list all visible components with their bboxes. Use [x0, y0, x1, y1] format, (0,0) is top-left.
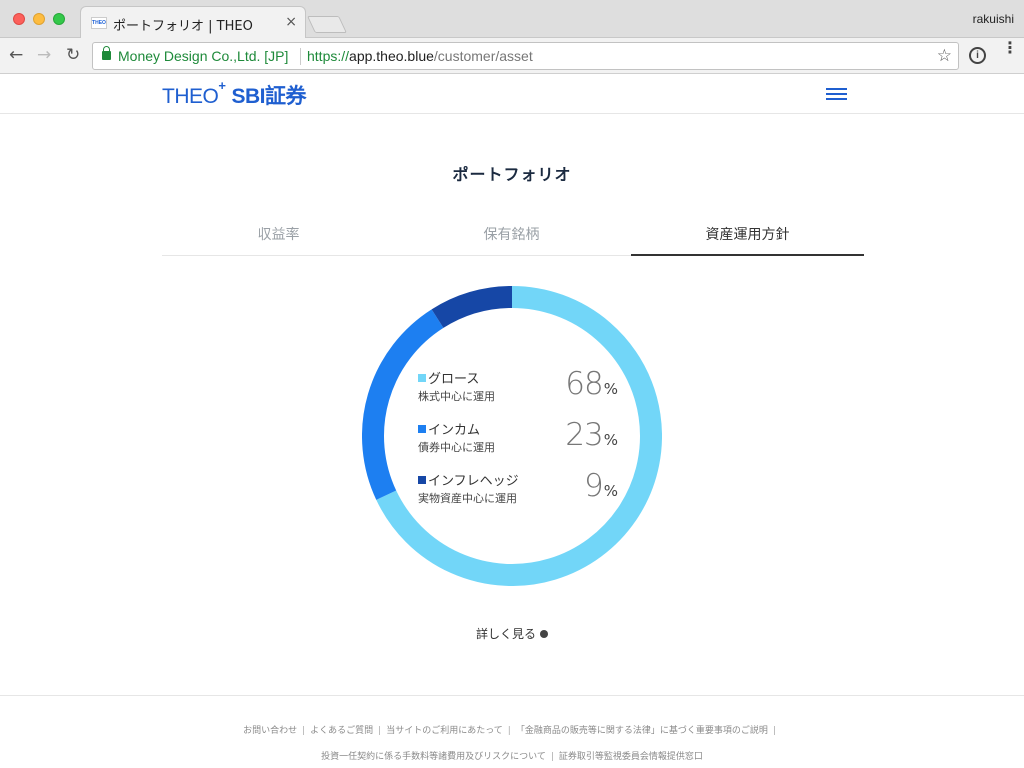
hamburger-menu-icon[interactable] [826, 87, 847, 101]
legend-name: インカム [418, 419, 480, 438]
url-scheme: https:// [307, 48, 350, 64]
footer-link-important-matters[interactable]: 「金融商品の販売等に関する法律」に基づく重要事項のご説明 [516, 726, 768, 736]
legend-percent: 68% [565, 366, 618, 402]
url-separator [300, 48, 301, 65]
legend-percent-value: 68 [565, 366, 603, 402]
legend-swatch-icon [418, 476, 426, 484]
theo-sbi-logo[interactable]: THEO+ SBI証券 [162, 78, 306, 110]
ev-certificate-name[interactable]: Money Design Co.,Ltd. [JP] [118, 48, 288, 64]
footer-link-sesc-window[interactable]: 証券取引等監視委員会情報提供窓口 [559, 752, 703, 762]
tab-holdings[interactable]: 保有銘柄 [395, 216, 628, 256]
theo-favicon-icon: THEO [91, 17, 107, 29]
legend-swatch-icon [418, 374, 426, 382]
browser-tab-active[interactable]: THEO ポートフォリオ | THEO × [80, 6, 306, 39]
legend-percent-unit: % [603, 482, 618, 500]
url-path: /customer/asset [433, 48, 533, 64]
footer-separator: | [550, 752, 554, 762]
donut-slice-inflation-hedge [431, 286, 513, 329]
legend-row-income: インカム 債券中心に運用 23% [418, 417, 618, 468]
footer-link-faq[interactable]: よくあるご質問 [310, 726, 373, 736]
window-maximize-button[interactable] [53, 13, 65, 25]
url-host: app.theo.blue [349, 48, 434, 64]
site-footer: お問い合わせ | よくあるご質問 | 当サイトのご利用にあたって | 「金融商品の販売等に関… [0, 695, 1024, 768]
extension-info-icon[interactable]: i [969, 47, 986, 64]
legend-percent: 23% [565, 417, 618, 453]
footer-separator: | [772, 726, 776, 736]
footer-link-contact[interactable]: お問い合わせ [243, 726, 297, 736]
profile-name[interactable]: rakuishi [973, 12, 1014, 26]
footer-separator: | [378, 726, 382, 736]
window-close-button[interactable] [13, 13, 25, 25]
browser-menu-icon[interactable]: ⋮ [1002, 40, 1018, 56]
legend-desc: 債券中心に運用 [418, 441, 495, 454]
window-minimize-button[interactable] [33, 13, 45, 25]
bookmark-star-icon[interactable]: ☆ [937, 46, 952, 66]
legend-row-growth: グロース 株式中心に運用 68% [418, 366, 618, 417]
portfolio-tabs: 収益率 保有銘柄 資産運用方針 [162, 216, 864, 256]
logo-plus: + [218, 78, 226, 93]
legend-percent-unit: % [603, 431, 618, 449]
footer-separator: | [302, 726, 306, 736]
legend-label: インフレヘッジ [428, 474, 519, 489]
tab-returns[interactable]: 収益率 [162, 216, 395, 256]
circle-arrow-icon [540, 630, 548, 638]
address-bar[interactable]: Money Design Co.,Ltd. [JP] https://app.t… [92, 42, 959, 70]
logo-sbi: SBI証券 [231, 85, 306, 108]
legend-percent-unit: % [603, 380, 618, 398]
legend-percent-value: 9 [584, 468, 604, 504]
back-arrow-icon[interactable]: ← [9, 45, 23, 65]
legend-percent: 9% [584, 468, 618, 504]
legend-percent-value: 23 [565, 417, 603, 453]
footer-separator: | [507, 726, 511, 736]
legend-label: グロース [428, 372, 480, 387]
legend-desc: 株式中心に運用 [418, 390, 495, 403]
logo-theo: THEO [162, 85, 219, 108]
tab-investment-policy[interactable]: 資産運用方針 [631, 216, 864, 256]
legend-label: インカム [428, 423, 481, 438]
new-tab-button[interactable] [307, 16, 347, 33]
allocation-legend: グロース 株式中心に運用 68% インカム 債券中心に運用 23% インフレヘッ… [418, 366, 618, 519]
footer-link-terms[interactable]: 当サイトのご利用にあたって [386, 726, 503, 736]
browser-titlebar: THEO ポートフォリオ | THEO × rakuishi [0, 0, 1024, 39]
see-details-label: 詳しく見る [475, 627, 536, 641]
lock-icon [102, 46, 111, 60]
site-header: THEO+ SBI証券 [0, 74, 1024, 114]
footer-link-fees-risks[interactable]: 投資一任契約に係る手数料等諸費用及びリスクについて [321, 752, 546, 762]
reload-icon[interactable]: ↻ [66, 45, 80, 65]
legend-name: インフレヘッジ [418, 470, 519, 489]
footer-links-row-1: お問い合わせ | よくあるご質問 | 当サイトのご利用にあたって | 「金融商品の販売等に関… [0, 723, 1024, 736]
see-details-link[interactable]: 詳しく見る [0, 625, 1024, 642]
browser-toolbar: ← → ↻ Money Design Co.,Ltd. [JP] https:/… [0, 38, 1024, 74]
legend-desc: 実物資産中心に運用 [418, 492, 517, 505]
footer-links-row-2: 投資一任契約に係る手数料等諸費用及びリスクについて | 証券取引等監視委員会情報提供… [0, 749, 1024, 762]
tab-title: ポートフォリオ | THEO [113, 19, 253, 34]
legend-swatch-icon [418, 425, 426, 433]
url-text[interactable]: https://app.theo.blue/customer/asset [307, 48, 533, 64]
tab-close-icon[interactable]: × [285, 14, 297, 30]
forward-arrow-icon[interactable]: → [37, 45, 51, 65]
legend-row-inflation-hedge: インフレヘッジ 実物資産中心に運用 9% [418, 468, 618, 519]
legend-name: グロース [418, 368, 479, 387]
page-title: ポートフォリオ [452, 165, 572, 184]
